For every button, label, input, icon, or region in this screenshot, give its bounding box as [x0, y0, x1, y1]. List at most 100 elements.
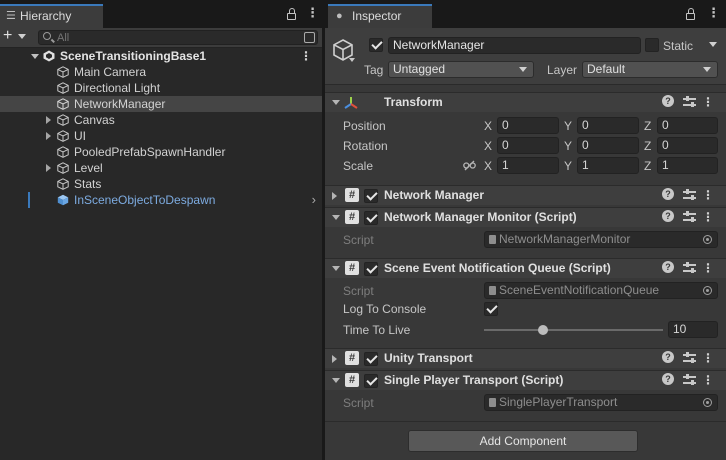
presets-icon[interactable]: [683, 95, 696, 108]
position-z-field[interactable]: 0: [657, 117, 718, 134]
component-menu-icon[interactable]: ⋮: [702, 186, 714, 205]
chevron-right-icon[interactable]: [332, 355, 337, 363]
chevron-right-icon[interactable]: [332, 192, 337, 200]
scene-menu-icon[interactable]: ⋮: [300, 48, 312, 64]
rotation-x-field[interactable]: 0: [497, 137, 559, 154]
component-menu-icon[interactable]: ⋮: [702, 208, 714, 227]
scene-event-queue-enabled-checkbox[interactable]: [364, 262, 378, 276]
network-manager-monitor-enabled-checkbox[interactable]: [364, 211, 378, 225]
gameobject-name-field[interactable]: NetworkManager: [388, 37, 641, 54]
unity-transport-component-header[interactable]: # Unity Transport ? ⋮: [325, 348, 726, 368]
presets-icon[interactable]: [683, 188, 696, 201]
gameobject-cube-icon: [57, 114, 69, 126]
scene-event-queue-component-header[interactable]: # Scene Event Notification Queue (Script…: [325, 258, 726, 278]
layer-dropdown[interactable]: Default: [582, 61, 718, 78]
help-icon[interactable]: ?: [662, 351, 674, 363]
presets-icon[interactable]: [683, 351, 696, 364]
create-dropdown-icon[interactable]: [18, 34, 26, 39]
network-manager-enabled-checkbox[interactable]: [364, 189, 378, 203]
component-menu-icon[interactable]: ⋮: [702, 259, 714, 278]
network-manager-component-header[interactable]: # Network Manager ? ⋮: [325, 185, 726, 205]
gameobject-active-checkbox[interactable]: [369, 38, 383, 52]
rotation-z-field[interactable]: 0: [657, 137, 718, 154]
static-dropdown[interactable]: [703, 37, 719, 54]
constrain-proportions-icon[interactable]: [463, 160, 476, 171]
gameobject-cube-icon: [57, 162, 69, 174]
script-value: SceneEventNotificationQueue: [499, 283, 660, 297]
scale-x-field[interactable]: 1: [497, 157, 559, 174]
script-hash-icon: #: [345, 261, 359, 275]
hierarchy-item-level[interactable]: Level: [0, 160, 322, 176]
component-menu-icon[interactable]: ⋮: [702, 371, 714, 390]
object-picker-icon[interactable]: [703, 398, 712, 407]
log-to-console-checkbox[interactable]: [484, 302, 498, 316]
unity-transport-enabled-checkbox[interactable]: [364, 352, 378, 366]
chevron-down-icon: [519, 67, 527, 72]
chevron-down-icon[interactable]: [332, 215, 340, 220]
presets-icon[interactable]: [683, 373, 696, 386]
hierarchy-item-main-camera[interactable]: Main Camera: [0, 64, 322, 80]
chevron-right-icon[interactable]: ›: [312, 192, 316, 208]
hierarchy-item-pooledprefabspawnhandler[interactable]: PooledPrefabSpawnHandler: [0, 144, 322, 160]
scene-row[interactable]: SceneTransitioningBase1 ⋮: [0, 48, 322, 64]
gameobject-header: NetworkManager Static Tag Untagged Layer…: [325, 28, 726, 85]
time-to-live-slider-track[interactable]: [484, 329, 663, 331]
hierarchy-item-stats[interactable]: Stats: [0, 176, 322, 192]
search-filter-icon[interactable]: [304, 32, 315, 43]
search-input[interactable]: [57, 31, 297, 44]
scale-label: Scale: [343, 159, 374, 173]
chevron-right-icon[interactable]: [46, 164, 51, 172]
presets-icon[interactable]: [683, 210, 696, 223]
chevron-down-icon[interactable]: [31, 54, 39, 59]
scale-z-field[interactable]: 1: [657, 157, 718, 174]
component-menu-icon[interactable]: ⋮: [702, 93, 714, 112]
tab-hierarchy[interactable]: ☰ Hierarchy: [0, 4, 103, 28]
time-to-live-field[interactable]: 10: [668, 321, 718, 338]
chevron-down-icon[interactable]: [332, 266, 340, 271]
help-icon[interactable]: ?: [662, 210, 674, 222]
rotation-y-field[interactable]: 0: [577, 137, 639, 154]
layer-label: Layer: [547, 63, 578, 77]
single-player-transport-enabled-checkbox[interactable]: [364, 374, 378, 388]
help-icon[interactable]: ?: [662, 188, 674, 200]
hierarchy-menu-button[interactable]: ⋮: [306, 5, 319, 21]
component-menu-icon[interactable]: ⋮: [702, 349, 714, 368]
tab-hierarchy-label: Hierarchy: [20, 9, 72, 23]
hierarchy-item-ui[interactable]: UI: [0, 128, 322, 144]
scale-z-axis: Z: [644, 159, 652, 173]
transform-component-header[interactable]: Transform ? ⋮: [325, 92, 726, 112]
help-icon[interactable]: ?: [662, 95, 674, 107]
add-component-button[interactable]: Add Component: [408, 430, 638, 452]
tab-inspector[interactable]: ● Inspector: [328, 4, 432, 28]
hierarchy-lock-button[interactable]: [287, 7, 296, 21]
object-picker-icon[interactable]: [703, 286, 712, 295]
layer-value: Default: [587, 62, 626, 76]
create-plus-icon[interactable]: +: [3, 27, 12, 45]
network-manager-monitor-component-header[interactable]: # Network Manager Monitor (Script) ? ⋮: [325, 207, 726, 227]
chevron-right-icon[interactable]: [46, 132, 51, 140]
inspector-menu-button[interactable]: ⋮: [707, 5, 720, 21]
hierarchy-item-insceneobjecttodespawn[interactable]: InSceneObjectToDespawn ›: [0, 192, 322, 208]
hierarchy-item-canvas[interactable]: Canvas: [0, 112, 322, 128]
help-icon[interactable]: ?: [662, 261, 674, 273]
icon-dropdown-icon[interactable]: [349, 58, 355, 62]
scale-x-axis: X: [484, 159, 493, 173]
hierarchy-item-directional-light[interactable]: Directional Light: [0, 80, 322, 96]
single-player-transport-component-header[interactable]: # Single Player Transport (Script) ? ⋮: [325, 370, 726, 390]
presets-icon[interactable]: [683, 261, 696, 274]
chevron-down-icon[interactable]: [332, 100, 340, 105]
inspector-lock-button[interactable]: [686, 7, 695, 21]
position-y-field[interactable]: 0: [577, 117, 639, 134]
tag-dropdown[interactable]: Untagged: [388, 61, 534, 78]
help-icon[interactable]: ?: [662, 373, 674, 385]
scale-y-field[interactable]: 1: [577, 157, 639, 174]
chevron-right-icon[interactable]: [46, 116, 51, 124]
chevron-down-icon[interactable]: [332, 378, 340, 383]
time-to-live-slider-knob[interactable]: [538, 325, 549, 335]
hierarchy-search[interactable]: [38, 30, 318, 45]
position-x-field[interactable]: 0: [497, 117, 559, 134]
object-picker-icon[interactable]: [703, 235, 712, 244]
hierarchy-item-networkmanager[interactable]: NetworkManager: [0, 96, 322, 112]
position-z-axis: Z: [644, 119, 652, 133]
static-checkbox[interactable]: [645, 38, 659, 52]
